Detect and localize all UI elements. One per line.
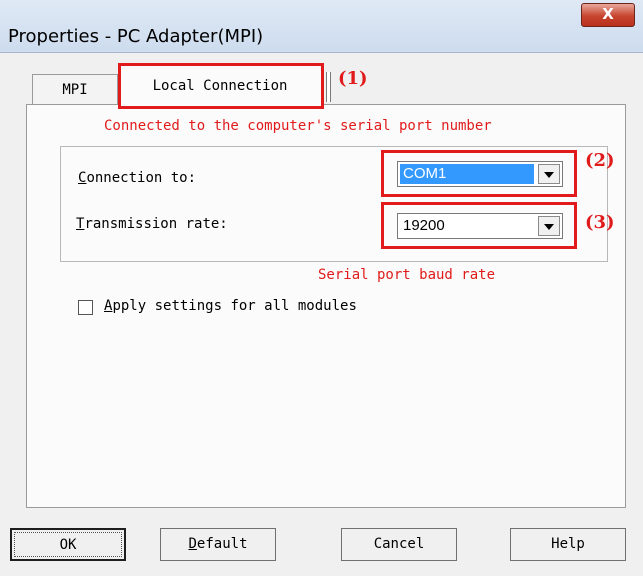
tab-scroll-separator: [326, 72, 331, 102]
default-button[interactable]: Default: [160, 528, 276, 561]
annotation-rate-note: Serial port baud rate: [318, 267, 496, 283]
annotation-marker-3: (3): [585, 212, 615, 233]
annotation-port-note: Connected to the computer's serial port …: [104, 118, 492, 134]
apply-all-label: Apply settings for all modules: [104, 298, 357, 314]
window-title: Properties - PC Adapter(MPI): [8, 26, 264, 47]
title-bar: Properties - PC Adapter(MPI) X: [0, 0, 643, 53]
tab-mpi[interactable]: MPI: [32, 74, 118, 105]
connection-to-value: COM1: [400, 164, 534, 184]
transmission-rate-label: Transmission rate:: [76, 216, 228, 232]
close-icon: X: [602, 5, 614, 23]
ok-button[interactable]: OK: [10, 528, 126, 561]
annotation-marker-2: (2): [585, 150, 615, 171]
connection-to-select[interactable]: COM1: [397, 161, 563, 187]
properties-dialog: Properties - PC Adapter(MPI) X MPI Local…: [0, 0, 643, 576]
cancel-button[interactable]: Cancel: [341, 528, 457, 561]
transmission-rate-select[interactable]: 19200: [397, 213, 563, 239]
chevron-down-icon[interactable]: [538, 164, 560, 184]
connection-to-label: Connection to:: [78, 170, 197, 186]
chevron-down-icon[interactable]: [538, 216, 560, 236]
apply-all-checkbox[interactable]: [78, 300, 93, 315]
help-button[interactable]: Help: [510, 528, 626, 561]
tab-local-connection[interactable]: Local Connection: [118, 65, 322, 106]
annotation-marker-1: (1): [338, 68, 368, 89]
close-button[interactable]: X: [581, 3, 635, 27]
transmission-rate-value: 19200: [403, 217, 445, 234]
